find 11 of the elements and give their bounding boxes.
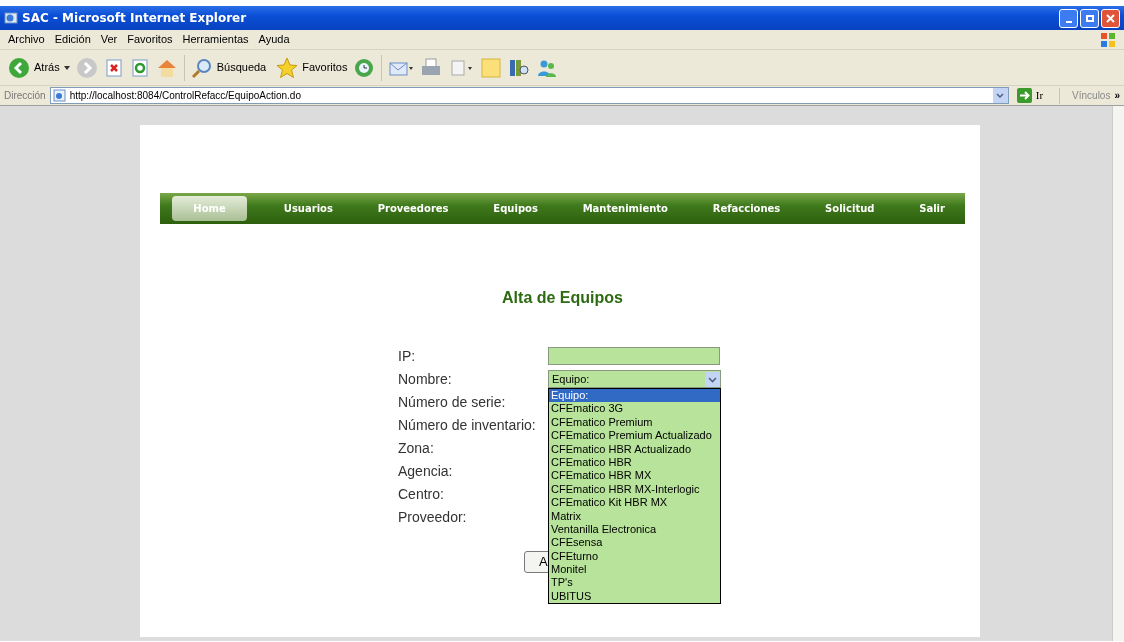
form-title: Alta de Equipos: [501, 288, 624, 308]
field-label: Número de inventario:: [398, 415, 537, 435]
field-label: Nombre:: [398, 369, 453, 389]
window-title: SAC - Microsoft Internet Explorer: [22, 10, 247, 27]
field-label: Número de serie:: [398, 392, 507, 412]
field-label: Proveedor:: [398, 507, 468, 527]
field-label: IP:: [398, 346, 417, 366]
field-label: Agencia:: [398, 461, 454, 481]
field-label: Zona:: [398, 438, 435, 458]
field-label: Centro:: [398, 484, 445, 504]
address-label: Dirección: [4, 89, 46, 103]
